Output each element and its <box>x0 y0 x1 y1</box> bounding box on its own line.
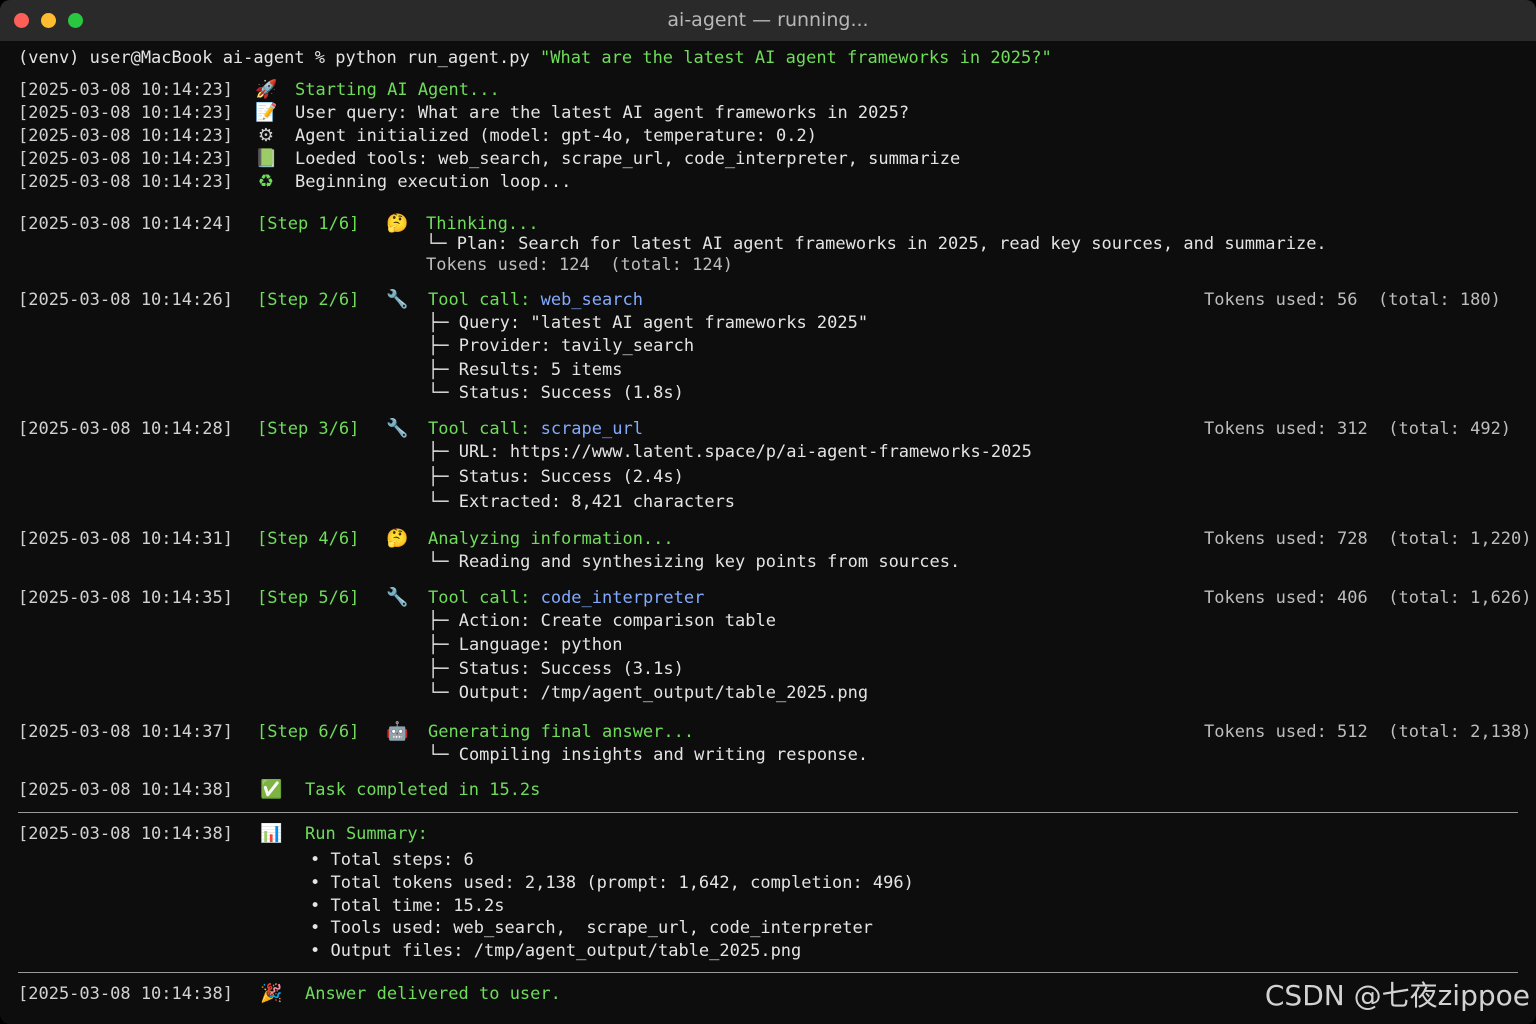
step-detail: ├─ Results: 5 items <box>428 360 623 380</box>
terminal-output[interactable]: (venv) user@MacBook ai-agent % python ru… <box>0 41 1536 1024</box>
tool-name: web_search <box>540 290 643 310</box>
step-label: [Step 1/6] <box>257 214 360 234</box>
step-tokens: Tokens used: 124 (total: 124) <box>426 255 734 275</box>
step-detail: ├─ Status: Success (2.4s) <box>428 467 684 487</box>
step-heading: Tool call: code_interpreter <box>428 587 704 609</box>
step-label: [Step 2/6] <box>257 290 360 310</box>
log-timestamp: [2025-03-08 10:14:23] <box>18 103 233 123</box>
step-heading: Thinking... <box>426 214 539 234</box>
step-detail: └─ Output: /tmp/agent_output/table_2025.… <box>428 683 869 703</box>
step-detail: └─ Extracted: 8,421 characters <box>428 492 736 512</box>
log-timestamp: [2025-03-08 10:14:23] <box>18 149 233 169</box>
log-message: Loeded tools: web_search, scrape_url, co… <box>295 149 961 169</box>
delivered-message: Answer delivered to user. <box>305 984 561 1004</box>
step-label: [Step 3/6] <box>257 419 360 439</box>
step-tokens: Tokens used: 56 (total: 180) <box>1204 290 1501 310</box>
step-tokens: Tokens used: 728 (total: 1,220) <box>1204 529 1532 549</box>
divider <box>18 972 1518 973</box>
wrench-icon: 🔧 <box>386 418 409 439</box>
watermark: CSDN @七夜zippoe <box>1264 979 1530 1012</box>
loop-icon: ♻ <box>257 171 275 192</box>
gear-icon: ⚙ <box>257 125 275 146</box>
step-detail: ├─ Language: python <box>428 635 623 655</box>
step-label: [Step 5/6] <box>257 588 360 608</box>
tool-call-label: Tool call: <box>428 290 541 310</box>
thinking-face-icon: 🤔 <box>386 213 409 234</box>
log-timestamp: [2025-03-08 10:14:26] <box>18 290 233 310</box>
log-timestamp: [2025-03-08 10:14:37] <box>18 722 233 742</box>
step-detail: ├─ Query: "latest AI agent frameworks 20… <box>428 313 869 333</box>
log-timestamp: [2025-03-08 10:14:31] <box>18 529 233 549</box>
log-timestamp: [2025-03-08 10:14:38] <box>18 824 233 844</box>
summary-item: • Total steps: 6 <box>310 850 474 870</box>
step-detail: ├─ Action: Create comparison table <box>428 611 776 631</box>
step-tokens: Tokens used: 406 (total: 1,626) <box>1204 588 1532 608</box>
window-title: ai-agent — running... <box>667 9 869 31</box>
log-timestamp: [2025-03-08 10:14:28] <box>18 419 233 439</box>
log-timestamp: [2025-03-08 10:14:38] <box>18 780 233 800</box>
step-detail: ├─ Status: Success (3.1s) <box>428 659 684 679</box>
robot-icon: 🤖 <box>386 721 409 742</box>
prompt-argument: "What are the latest AI agent frameworks… <box>539 48 1052 68</box>
step-detail: └─ Plan: Search for latest AI agent fram… <box>426 234 1327 254</box>
tool-call-label: Tool call: <box>428 419 541 439</box>
step-heading: Generating final answer... <box>428 722 695 742</box>
log-message: Starting AI Agent... <box>295 80 500 100</box>
step-tokens: Tokens used: 512 (total: 2,138) <box>1204 722 1532 742</box>
terminal-window: ai-agent — running... (venv) user@MacBoo… <box>0 0 1536 1024</box>
rocket-icon: 🚀 <box>255 79 278 100</box>
step-detail: └─ Status: Success (1.8s) <box>428 383 684 403</box>
log-timestamp: [2025-03-08 10:14:38] <box>18 984 233 1004</box>
step-label: [Step 4/6] <box>257 529 360 549</box>
bar-chart-icon: 📊 <box>260 823 283 844</box>
step-label: [Step 6/6] <box>257 722 360 742</box>
log-message: User query: What are the latest AI agent… <box>295 103 910 123</box>
book-icon: 📗 <box>255 148 278 169</box>
tool-name: scrape_url <box>540 419 643 439</box>
divider <box>18 812 1518 813</box>
log-timestamp: [2025-03-08 10:14:23] <box>18 126 233 146</box>
step-detail: └─ Reading and synthesizing key points f… <box>428 552 961 572</box>
summary-item: • Total tokens used: 2,138 (prompt: 1,64… <box>310 873 914 893</box>
log-timestamp: [2025-03-08 10:14:23] <box>18 172 233 192</box>
step-heading: Analyzing information... <box>428 529 674 549</box>
command-prompt: (venv) user@MacBook ai-agent % python ru… <box>18 47 1052 69</box>
thinking-face-icon: 🤔 <box>386 528 409 549</box>
summary-item: • Output files: /tmp/agent_output/table_… <box>310 941 802 961</box>
memo-icon: 📝 <box>255 102 278 123</box>
party-popper-icon: 🎉 <box>260 983 283 1004</box>
summary-title: Run Summary: <box>305 824 428 844</box>
log-timestamp: [2025-03-08 10:14:23] <box>18 80 233 100</box>
step-detail: ├─ Provider: tavily_search <box>428 336 695 356</box>
tool-name: code_interpreter <box>540 588 705 608</box>
step-heading: Tool call: web_search <box>428 289 643 311</box>
log-message: Beginning execution loop... <box>295 172 572 192</box>
wrench-icon: 🔧 <box>386 587 409 608</box>
log-timestamp: [2025-03-08 10:14:35] <box>18 588 233 608</box>
summary-item: • Total time: 15.2s <box>310 896 505 916</box>
step-tokens: Tokens used: 312 (total: 492) <box>1204 419 1512 439</box>
step-detail: ├─ URL: https://www.latent.space/p/ai-ag… <box>428 442 1032 462</box>
log-timestamp: [2025-03-08 10:14:24] <box>18 214 233 234</box>
tool-call-label: Tool call: <box>428 588 541 608</box>
title-bar[interactable]: ai-agent — running... <box>0 0 1536 42</box>
wrench-icon: 🔧 <box>386 289 409 310</box>
step-detail: └─ Compiling insights and writing respon… <box>428 745 869 765</box>
prompt-text: (venv) user@MacBook ai-agent % python ru… <box>18 48 540 68</box>
summary-item: • Tools used: web_search, scrape_url, co… <box>310 918 873 938</box>
check-mark-icon: ✅ <box>260 779 283 800</box>
completion-message: Task completed in 15.2s <box>305 780 541 800</box>
log-message: Agent initialized (model: gpt-4o, temper… <box>295 126 817 146</box>
step-heading: Tool call: scrape_url <box>428 418 643 440</box>
